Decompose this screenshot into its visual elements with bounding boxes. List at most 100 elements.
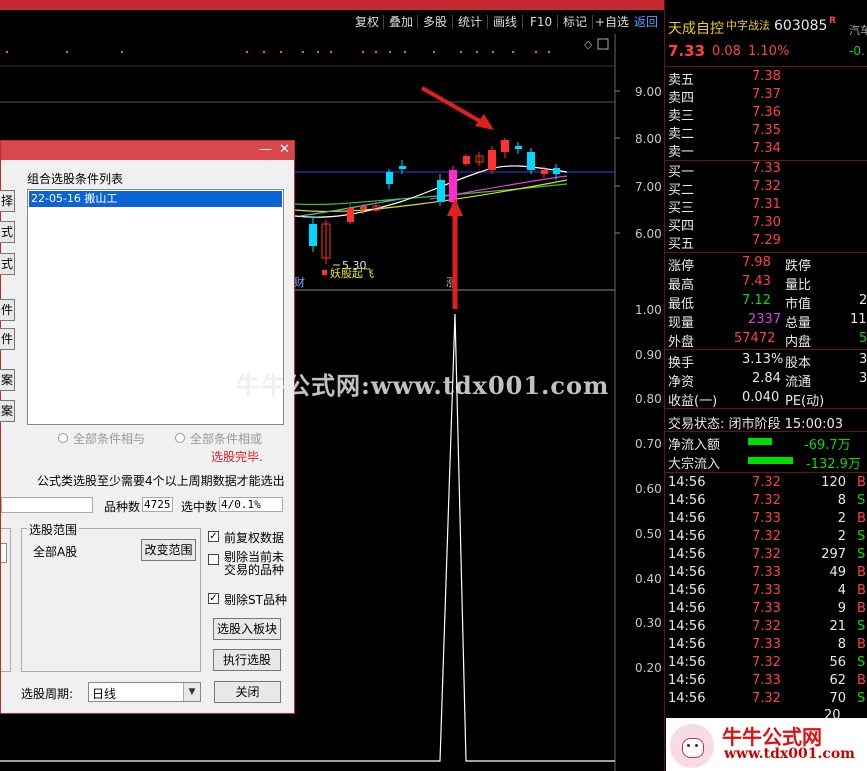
radio-and-label: 全部条件相与	[73, 432, 146, 446]
mark-button[interactable]: 标记	[563, 14, 587, 31]
change-pct: 1.10%	[748, 44, 790, 59]
tick-direction: B	[857, 583, 866, 598]
svg-text:0.30: 0.30	[635, 616, 662, 630]
draw-line-button[interactable]: 画线	[493, 14, 517, 31]
side-button-1[interactable]: 择	[0, 190, 15, 212]
back-button[interactable]: 返回	[634, 14, 658, 31]
tick-direction: S	[857, 655, 866, 670]
tick-time: 14:56	[668, 565, 706, 580]
tick-price: 7.33	[752, 601, 781, 616]
tick-volume: 8	[837, 637, 846, 652]
tick-volume: 120	[821, 475, 846, 490]
count-value: 4725	[142, 497, 173, 512]
svg-text:6.00: 6.00	[635, 227, 662, 241]
list-item[interactable]: 22-05-16 搬山工	[29, 191, 282, 207]
float-label: 流通	[785, 375, 812, 390]
current-volume-label: 现量	[668, 316, 695, 331]
to-block-button[interactable]: 选股入板块	[213, 618, 281, 640]
tick-time: 14:56	[668, 601, 706, 616]
f10-button[interactable]: F10	[530, 14, 552, 31]
change-range-button[interactable]: 改变范围	[141, 539, 196, 561]
tick-direction: B	[857, 673, 866, 688]
low-label-stat: 最低	[668, 297, 695, 312]
tick-price: 7.32	[752, 619, 781, 634]
svg-text:1.00: 1.00	[635, 303, 662, 317]
side-button-5[interactable]: 件	[0, 328, 15, 350]
block-inflow-label: 大宗流入	[668, 457, 721, 472]
tick-time: 14:56	[668, 655, 706, 670]
multi-stock-button[interactable]: 多股	[423, 14, 447, 31]
tick-price: 7.33	[752, 637, 781, 652]
fuquan-button[interactable]: 复权	[355, 14, 379, 31]
diamond-icon[interactable]: ◇	[584, 38, 593, 51]
r-badge: R	[829, 16, 836, 26]
radio-or[interactable]	[175, 433, 185, 443]
sector-change-cut: -0.	[849, 44, 865, 58]
tick-price: 7.33	[752, 673, 781, 688]
tick-time: 14:56	[668, 511, 706, 526]
high-label: 最高	[668, 278, 695, 293]
tick-time: 14:56	[668, 529, 706, 544]
close-icon[interactable]: ✕	[279, 142, 290, 157]
turnover-value: 3.13%	[742, 352, 784, 367]
fq-checkbox[interactable]: ✓	[208, 531, 219, 542]
close-button[interactable]: 关闭	[214, 681, 281, 703]
tick-direction: B	[857, 637, 866, 652]
share-capital-label: 股本	[785, 356, 812, 371]
radio-and[interactable]	[58, 433, 68, 443]
svg-text:0.90: 0.90	[635, 348, 662, 362]
eps-value: 0.040	[742, 390, 780, 405]
sell-row-4-label: 卖四	[668, 91, 695, 106]
window-icon[interactable]	[597, 38, 609, 50]
overlay-button[interactable]: 叠加	[389, 14, 413, 31]
exclude-checkbox[interactable]	[208, 554, 219, 565]
net-inflow-label: 净流入额	[668, 438, 721, 453]
tick-direction: B	[857, 511, 866, 526]
sell-row-5-price: 7.38	[752, 69, 781, 84]
total-volume-cut: 11	[850, 312, 867, 327]
net-asset-value: 2.84	[752, 371, 781, 386]
tick-time: 14:56	[668, 547, 706, 562]
side-button-2[interactable]: 式	[0, 221, 15, 243]
st-checkbox[interactable]: ✓	[208, 593, 219, 604]
run-screen-button[interactable]: 执行选股	[213, 649, 281, 671]
chevron-down-icon[interactable]: ▼	[183, 683, 200, 701]
side-button-4[interactable]: 件	[0, 299, 15, 321]
tick-direction: S	[857, 691, 866, 706]
quote-panel: 天成自控 中字战法 603085 R 汽车 -0. 7.33 0.08 1.10…	[664, 0, 867, 771]
tick-volume: 2	[837, 511, 846, 526]
tick-direction: S	[857, 547, 866, 562]
buy-row-1-label: 买一	[668, 165, 695, 180]
stock-code: 603085	[774, 18, 828, 34]
buy-row-5-label: 买五	[668, 237, 695, 252]
tick-volume: 21	[829, 619, 846, 634]
share-capital-cut: 3	[859, 352, 867, 367]
tick-time: 14:56	[668, 691, 706, 706]
radio-or-label: 全部条件相或	[190, 432, 263, 446]
period-select[interactable]: 日线 ▼	[88, 682, 201, 702]
stats-button[interactable]: 统计	[458, 14, 482, 31]
limit-down-label: 跌停	[785, 259, 812, 274]
title-bar	[0, 0, 664, 10]
tick-time: 14:56	[668, 673, 706, 688]
logo-watermark: 牛牛公式网 www.tdx001.com	[666, 718, 867, 771]
pe-label: PE(动)	[785, 394, 825, 409]
indicator-axis: 1.00 0.90 0.80 0.70 0.60 0.50 0.40 0.30 …	[635, 303, 662, 675]
sell-row-3-price: 7.36	[752, 105, 781, 120]
side-button-3[interactable]: 式	[0, 253, 15, 275]
market-cap-cut: 2	[859, 293, 867, 308]
side-button-7[interactable]: 案	[0, 400, 15, 422]
inner-cut: 5	[859, 331, 867, 346]
tick-volume: 4	[837, 583, 846, 598]
svg-text:0.40: 0.40	[635, 572, 662, 586]
list-title: 组合选股条件列表	[27, 172, 124, 186]
current-volume-value: 2337	[748, 312, 782, 327]
add-watchlist-button[interactable]: +自选	[595, 14, 629, 31]
side-button-6[interactable]: 案	[0, 369, 15, 391]
limit-up-label: 涨停	[668, 259, 695, 274]
minimize-button[interactable]: —	[259, 142, 272, 157]
tick-time: 14:56	[668, 475, 706, 490]
svg-text:0.80: 0.80	[635, 392, 662, 406]
change-value: 0.08	[712, 44, 741, 59]
watermark-text: 牛牛公式网:www.tdx001.com	[236, 371, 610, 400]
